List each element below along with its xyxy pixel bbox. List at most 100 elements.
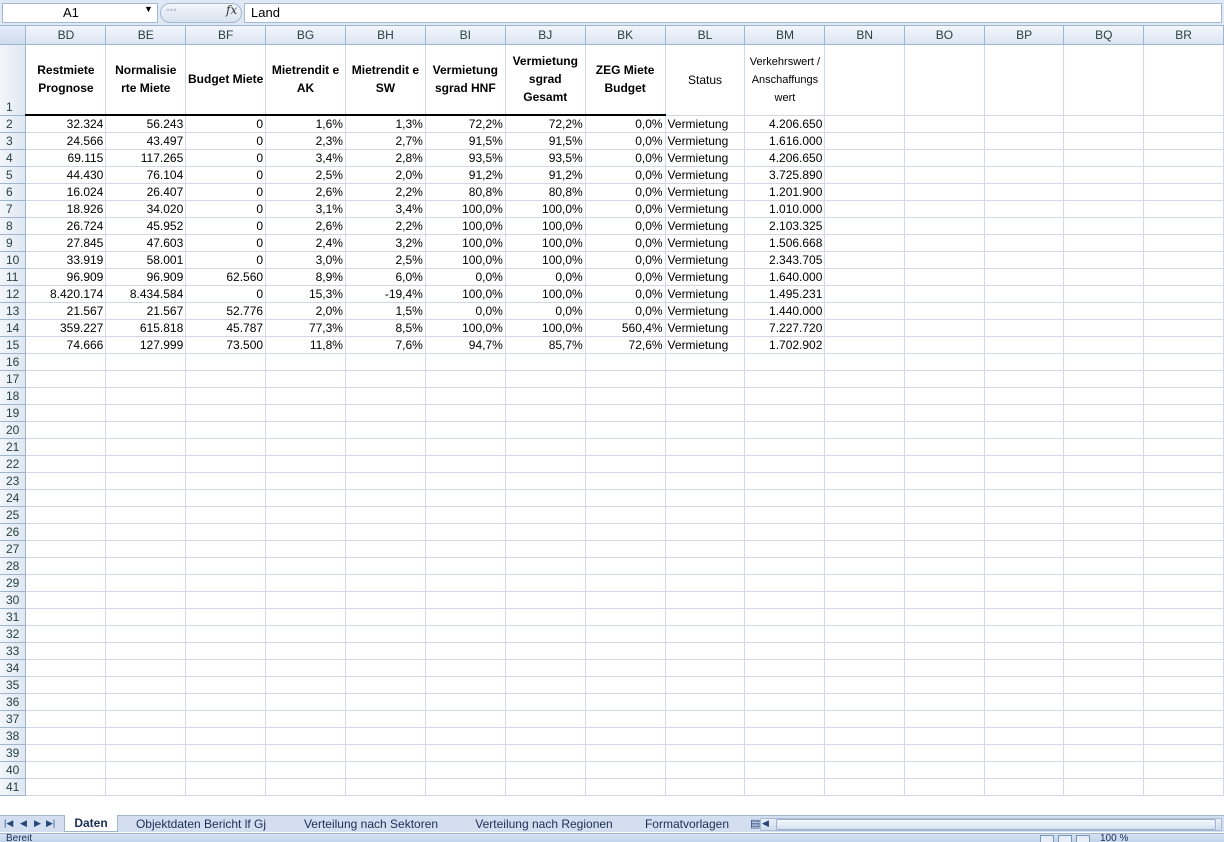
empty-cell[interactable] (904, 268, 985, 286)
column-title-cell[interactable]: Status (665, 44, 746, 116)
empty-cell[interactable] (265, 353, 346, 371)
empty-cell[interactable] (824, 251, 906, 269)
empty-cell[interactable] (904, 404, 985, 422)
empty-cell[interactable] (824, 608, 906, 626)
column-header-bf[interactable]: BF (185, 26, 267, 45)
empty-cell[interactable] (824, 489, 906, 507)
empty-cell[interactable] (1143, 591, 1224, 609)
empty-cell[interactable] (904, 421, 985, 439)
empty-cell[interactable] (744, 506, 826, 524)
data-cell[interactable]: 74.666 (25, 336, 107, 354)
insert-sheet-icon[interactable]: ▤ (750, 817, 760, 830)
empty-cell[interactable] (984, 642, 1065, 660)
data-cell[interactable]: 69.115 (25, 149, 107, 167)
row-header[interactable]: 16 (0, 353, 27, 371)
data-cell[interactable]: 33.919 (25, 251, 107, 269)
data-cell[interactable]: 34.020 (105, 200, 187, 218)
empty-cell[interactable] (425, 455, 506, 473)
select-all-corner[interactable] (0, 26, 27, 45)
empty-cell[interactable] (585, 625, 666, 643)
empty-cell[interactable] (904, 727, 985, 745)
empty-cell[interactable] (824, 591, 906, 609)
empty-cell[interactable] (345, 472, 426, 490)
empty-cell[interactable] (824, 676, 906, 694)
empty-cell[interactable] (505, 353, 586, 371)
sheet-tab-objektdaten[interactable]: Objektdaten Bericht lf Gj (120, 816, 282, 832)
empty-cell[interactable] (505, 625, 586, 643)
data-cell[interactable]: 2,8% (345, 149, 426, 167)
empty-cell[interactable] (1063, 676, 1145, 694)
data-cell[interactable]: 100,0% (505, 251, 586, 269)
empty-cell[interactable] (1143, 540, 1224, 558)
empty-cell[interactable] (265, 438, 346, 456)
row-header[interactable]: 39 (0, 744, 27, 762)
empty-cell[interactable] (744, 591, 826, 609)
empty-cell[interactable] (585, 761, 666, 779)
data-cell[interactable]: 1,3% (345, 115, 426, 133)
empty-cell[interactable] (585, 540, 666, 558)
row-header[interactable]: 25 (0, 506, 27, 524)
empty-cell[interactable] (904, 183, 985, 201)
empty-cell[interactable] (1063, 523, 1145, 541)
empty-cell[interactable] (1063, 387, 1145, 405)
empty-cell[interactable] (1063, 336, 1145, 354)
empty-cell[interactable] (1143, 387, 1224, 405)
empty-cell[interactable] (585, 421, 666, 439)
empty-cell[interactable] (425, 761, 506, 779)
empty-cell[interactable] (425, 506, 506, 524)
empty-cell[interactable] (185, 676, 267, 694)
row-header[interactable]: 1 (0, 44, 27, 116)
empty-cell[interactable] (505, 608, 586, 626)
empty-cell[interactable] (665, 693, 746, 711)
empty-cell[interactable] (585, 608, 666, 626)
empty-cell[interactable] (25, 523, 107, 541)
data-cell[interactable]: 45.952 (105, 217, 187, 235)
data-cell[interactable]: 0,0% (505, 268, 586, 286)
row-header[interactable]: 24 (0, 489, 27, 507)
data-cell[interactable]: 3,1% (265, 200, 346, 218)
empty-cell[interactable] (1063, 472, 1145, 490)
empty-cell[interactable] (984, 472, 1065, 490)
empty-cell[interactable] (984, 438, 1065, 456)
empty-cell[interactable] (505, 421, 586, 439)
empty-cell[interactable] (185, 608, 267, 626)
data-cell[interactable]: 93,5% (505, 149, 586, 167)
empty-cell[interactable] (1063, 234, 1145, 252)
empty-cell[interactable] (984, 489, 1065, 507)
data-cell[interactable]: 91,2% (505, 166, 586, 184)
empty-cell[interactable] (505, 778, 586, 796)
scroll-left-icon[interactable]: ◀ (762, 818, 769, 829)
empty-cell[interactable] (105, 727, 187, 745)
empty-cell[interactable] (1143, 217, 1224, 235)
empty-cell[interactable] (824, 234, 906, 252)
empty-cell[interactable] (585, 676, 666, 694)
empty-cell[interactable] (585, 727, 666, 745)
row-header[interactable]: 7 (0, 200, 27, 218)
empty-cell[interactable] (744, 404, 826, 422)
empty-cell[interactable] (265, 642, 346, 660)
data-cell[interactable]: 2,5% (345, 251, 426, 269)
data-cell[interactable]: 0,0% (425, 268, 506, 286)
empty-cell[interactable] (425, 744, 506, 762)
empty-cell[interactable] (1143, 438, 1224, 456)
empty-cell[interactable] (1143, 115, 1224, 133)
empty-cell[interactable] (105, 710, 187, 728)
row-header[interactable]: 32 (0, 625, 27, 643)
empty-cell[interactable] (425, 591, 506, 609)
empty-cell[interactable] (904, 778, 985, 796)
empty-cell[interactable] (425, 710, 506, 728)
data-cell[interactable]: 7.227.720 (744, 319, 826, 337)
empty-cell[interactable] (345, 693, 426, 711)
data-cell[interactable]: 560,4% (585, 319, 666, 337)
empty-cell[interactable] (1063, 642, 1145, 660)
empty-cell[interactable] (505, 591, 586, 609)
data-cell[interactable]: 91,5% (425, 132, 506, 150)
empty-cell[interactable] (1143, 455, 1224, 473)
column-title-cell[interactable]: Vermietung sgrad Gesamt (505, 44, 586, 116)
data-cell[interactable]: Vermietung (665, 336, 746, 354)
empty-cell[interactable] (185, 557, 267, 575)
empty-cell[interactable] (1143, 132, 1224, 150)
empty-cell[interactable] (984, 778, 1065, 796)
empty-cell[interactable] (505, 540, 586, 558)
empty-cell[interactable] (904, 506, 985, 524)
